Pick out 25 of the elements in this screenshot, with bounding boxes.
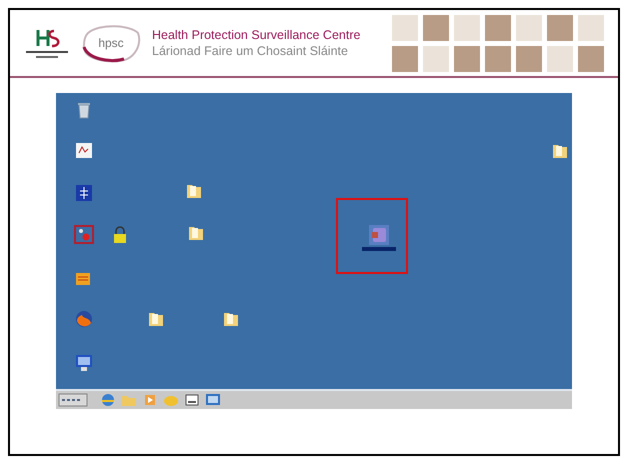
pdf-document-icon[interactable] xyxy=(74,141,94,161)
browser-icon[interactable] xyxy=(74,309,94,329)
photo-placeholder xyxy=(423,14,449,40)
dots-app-icon[interactable] xyxy=(74,225,94,245)
grid-app-icon[interactable] xyxy=(74,183,94,203)
photo-placeholder xyxy=(578,46,604,72)
blank-tile xyxy=(392,14,418,40)
photo-placeholder xyxy=(547,14,573,40)
photo-placeholder xyxy=(485,46,511,72)
hpsc-logo-ring-drawing xyxy=(80,23,142,63)
blank-tile xyxy=(454,14,480,40)
site-title: Health Protection Surveillance Centre xyxy=(152,27,362,43)
site-subtitle: Lárionad Faire um Chosaint Sláinte xyxy=(152,43,349,59)
photo-placeholder xyxy=(485,14,511,40)
blank-tile xyxy=(578,14,604,40)
logo-text: hpsc xyxy=(98,35,124,52)
photo-placeholder xyxy=(454,46,480,72)
blank-tile xyxy=(547,46,573,72)
blank-tile xyxy=(423,46,449,72)
start-button[interactable] xyxy=(58,391,88,409)
blank-tile xyxy=(516,14,542,40)
monitor-icon[interactable] xyxy=(74,353,94,373)
photo-placeholder xyxy=(392,46,418,72)
selection-highlight xyxy=(362,247,396,251)
photo-placeholder xyxy=(516,46,542,72)
